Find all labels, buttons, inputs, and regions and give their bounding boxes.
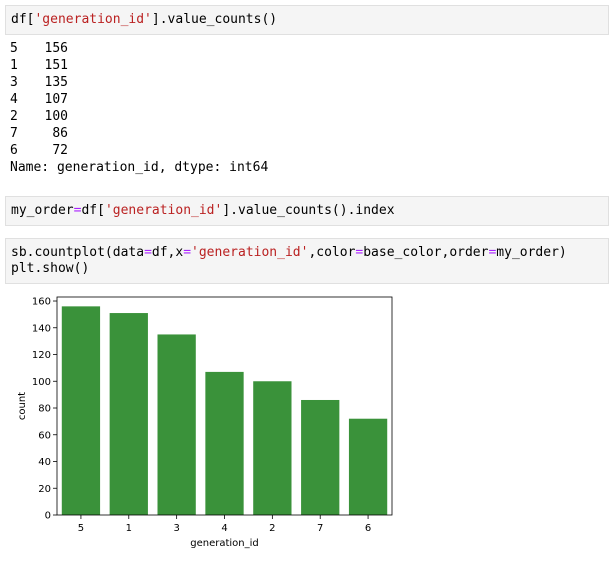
value-count-row: 2 100 (10, 108, 268, 125)
bar (61, 306, 101, 515)
value-count-row: 7 86 (10, 125, 268, 142)
code-token: ].value_counts().index (222, 203, 395, 218)
code-cell-countplot[interactable]: sb.countplot(data=df,x='generation_id',c… (5, 238, 609, 284)
value-count-key: 6 (10, 143, 18, 158)
bar (109, 313, 148, 515)
code-token: plt.show() (11, 261, 90, 276)
y-tick-label: 120 (32, 350, 51, 361)
x-tick-label: 2 (269, 523, 275, 534)
value-count-key: 7 (10, 126, 18, 141)
value-count-row: 1 151 (10, 57, 268, 74)
bar (301, 399, 340, 515)
code-token: df[ (11, 12, 35, 27)
code-token: sb.countplot(data (11, 245, 145, 260)
y-tick-label: 100 (32, 377, 51, 388)
y-tick-label: 20 (38, 484, 51, 495)
x-axis-label: generation_id (190, 538, 259, 549)
code-operator: = (144, 245, 152, 260)
value-count-value: 135 (44, 75, 68, 90)
x-tick-label: 7 (317, 523, 323, 534)
value-count-value: 156 (44, 41, 68, 56)
x-tick-label: 1 (126, 523, 132, 534)
x-tick-label: 5 (78, 523, 84, 534)
bar (253, 381, 292, 515)
value-count-key: 5 (10, 41, 18, 56)
y-tick-label: 140 (32, 323, 51, 334)
code-cell-value-counts[interactable]: df['generation_id'].value_counts() (5, 5, 609, 35)
y-tick-label: 0 (45, 511, 51, 522)
code-token: ,color (308, 245, 356, 260)
value-count-value: 151 (44, 58, 68, 73)
x-tick-label: 3 (173, 523, 179, 534)
value-count-row: 4 107 (10, 91, 268, 108)
value-count-row: 5 156 (10, 40, 268, 57)
code-token: base_color,order (363, 245, 489, 260)
bar (348, 418, 388, 515)
code-token: df[ (81, 203, 105, 218)
value-count-value: 72 (52, 143, 68, 158)
value-count-footer: Name: generation_id, dtype: int64 (10, 160, 269, 175)
value-count-value: 100 (44, 109, 68, 124)
value-count-key: 1 (10, 58, 18, 73)
x-tick-label: 4 (221, 523, 227, 534)
cell-output-value-counts: 5 156 1 151 3 135 4 107 2 100 7 86 6 72 Name: generati… (10, 40, 268, 176)
value-count-row: 6 72 (10, 142, 268, 159)
code-token: ].value_counts() (151, 12, 278, 27)
value-count-key: 4 (10, 92, 18, 107)
code-string: 'generation_id' (34, 12, 152, 27)
countplot-output: 0 20 40 60 80 100 120 140 160 5 1 3 4 2 7 6 generation_i… (0, 290, 420, 561)
y-tick-label: 160 (32, 297, 51, 308)
code-token: my_order) (496, 245, 567, 260)
y-axis-label: count (17, 392, 28, 420)
code-token: my_order (11, 203, 74, 218)
y-tick-label: 40 (38, 457, 51, 468)
code-string: 'generation_id' (104, 203, 223, 218)
x-tick-label: 6 (365, 523, 371, 534)
value-count-value: 107 (44, 92, 68, 107)
code-cell-my-order[interactable]: my_order=df['generation_id'].value_count… (5, 196, 609, 226)
code-operator: = (183, 245, 192, 260)
bar (157, 334, 196, 515)
y-tick-label: 60 (38, 430, 51, 441)
value-count-row: 3 135 (10, 74, 268, 91)
value-count-key: 2 (10, 109, 18, 124)
code-token: df,x (151, 245, 184, 260)
value-count-key: 3 (10, 75, 18, 90)
code-string: 'generation_id' (191, 245, 309, 260)
bar (205, 371, 244, 515)
countplot-chart: 0 20 40 60 80 100 120 140 160 5 1 3 4 2 7 6 generation_i… (17, 297, 393, 549)
y-tick-label: 80 (38, 404, 51, 415)
value-count-value: 86 (52, 126, 68, 141)
